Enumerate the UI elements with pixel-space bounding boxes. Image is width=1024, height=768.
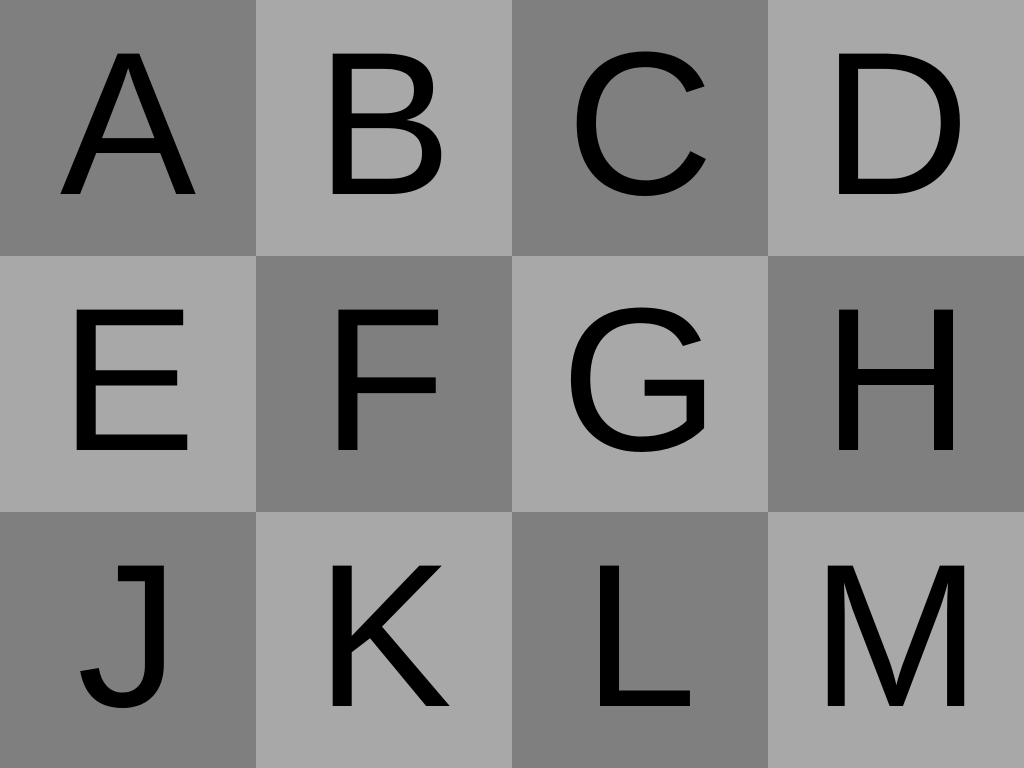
tile-b[interactable]: B [256,0,512,256]
letter-grid: A B C D E F G H J K L M [0,0,1024,768]
tile-letter: B [315,10,453,238]
tile-letter: F [321,266,447,494]
tile-letter: G [560,266,720,494]
tile-f[interactable]: F [256,256,512,512]
tile-letter: C [566,10,714,238]
tile-d[interactable]: D [768,0,1024,256]
tile-letter: K [315,522,453,750]
tile-letter: M [811,522,981,750]
tile-a[interactable]: A [0,0,256,256]
tile-l[interactable]: L [512,512,768,768]
tile-j[interactable]: J [0,512,256,768]
tile-letter: J [77,522,179,750]
tile-letter: A [59,10,197,238]
tile-c[interactable]: C [512,0,768,256]
tile-m[interactable]: M [768,512,1024,768]
tile-k[interactable]: K [256,512,512,768]
tile-letter: E [59,266,197,494]
tile-e[interactable]: E [0,256,256,512]
tile-letter: D [822,10,970,238]
tile-h[interactable]: H [768,256,1024,512]
tile-letter: L [583,522,697,750]
tile-g[interactable]: G [512,256,768,512]
tile-letter: H [822,266,970,494]
